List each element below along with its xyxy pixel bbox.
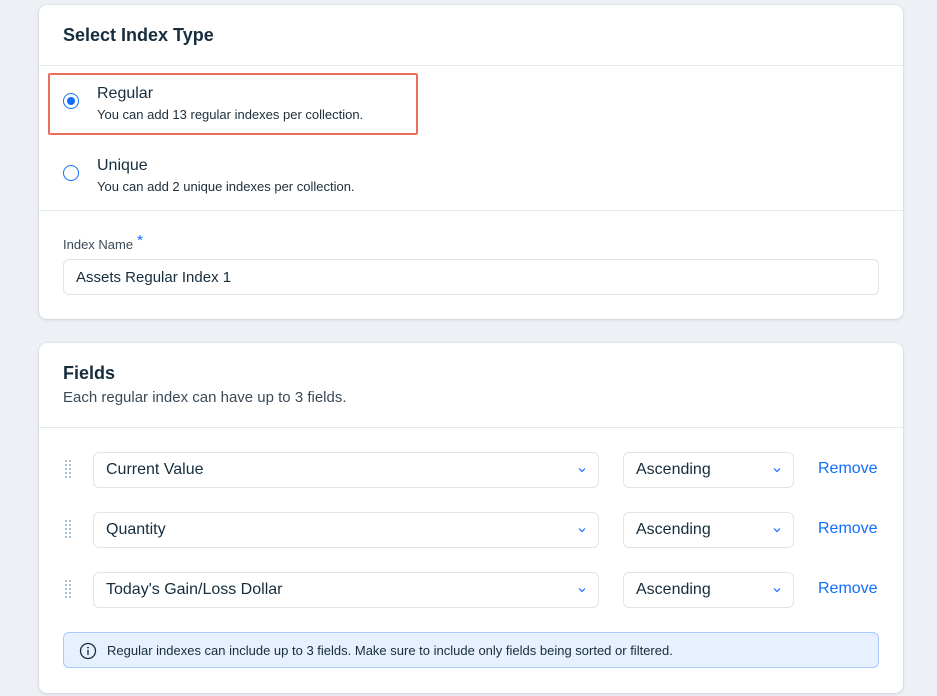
field-select-value: Current Value xyxy=(106,461,204,478)
radio-label-unique: Unique xyxy=(97,157,148,174)
radio-description-unique: You can add 2 unique indexes per collect… xyxy=(97,179,355,194)
field-select-value: Quantity xyxy=(106,521,166,538)
order-select-value: Ascending xyxy=(636,521,711,538)
fields-title: Fields xyxy=(63,363,116,383)
info-text: Regular indexes can include up to 3 fiel… xyxy=(107,643,673,658)
divider xyxy=(39,427,903,428)
field-row: Current Value Ascending Remove xyxy=(39,452,903,488)
order-select[interactable]: Ascending xyxy=(623,512,794,548)
remove-button[interactable]: Remove xyxy=(818,460,878,478)
remove-button[interactable]: Remove xyxy=(818,520,878,538)
drag-handle-icon[interactable] xyxy=(65,460,73,480)
info-icon xyxy=(79,642,97,660)
radio-label-regular: Regular xyxy=(97,85,154,102)
divider xyxy=(39,210,903,211)
index-type-title: Select Index Type xyxy=(63,25,214,45)
drag-handle-icon[interactable] xyxy=(65,520,73,540)
chevron-down-icon xyxy=(578,526,586,534)
field-row: Quantity Ascending Remove xyxy=(39,512,903,548)
order-select[interactable]: Ascending xyxy=(623,572,794,608)
chevron-down-icon xyxy=(773,586,781,594)
field-select[interactable]: Quantity xyxy=(93,512,599,548)
chevron-down-icon xyxy=(773,466,781,474)
index-name-input[interactable]: Assets Regular Index 1 xyxy=(63,259,879,295)
drag-handle-icon[interactable] xyxy=(65,580,73,600)
field-select[interactable]: Current Value xyxy=(93,452,599,488)
radio-description-regular: You can add 13 regular indexes per colle… xyxy=(97,107,364,122)
chevron-down-icon xyxy=(578,586,586,594)
divider xyxy=(39,65,903,66)
fields-subtitle: Each regular index can have up to 3 fiel… xyxy=(63,389,347,406)
radio-unique[interactable] xyxy=(63,165,79,181)
remove-button[interactable]: Remove xyxy=(818,580,878,598)
index-name-label: Index Name * xyxy=(63,232,143,253)
field-row: Today's Gain/Loss Dollar Ascending Remov… xyxy=(39,572,903,608)
info-banner: Regular indexes can include up to 3 fiel… xyxy=(63,632,879,668)
chevron-down-icon xyxy=(773,526,781,534)
order-select-value: Ascending xyxy=(636,581,711,598)
fields-card: Fields Each regular index can have up to… xyxy=(39,343,903,693)
radio-regular[interactable] xyxy=(63,93,79,109)
highlight-box xyxy=(48,73,418,135)
order-select-value: Ascending xyxy=(636,461,711,478)
index-type-card: Select Index Type Regular You can add 13… xyxy=(39,5,903,319)
order-select[interactable]: Ascending xyxy=(623,452,794,488)
field-select-value: Today's Gain/Loss Dollar xyxy=(106,581,283,598)
index-name-label-text: Index Name xyxy=(63,237,134,252)
field-select[interactable]: Today's Gain/Loss Dollar xyxy=(93,572,599,608)
required-asterisk: * xyxy=(137,232,143,249)
chevron-down-icon xyxy=(578,466,586,474)
